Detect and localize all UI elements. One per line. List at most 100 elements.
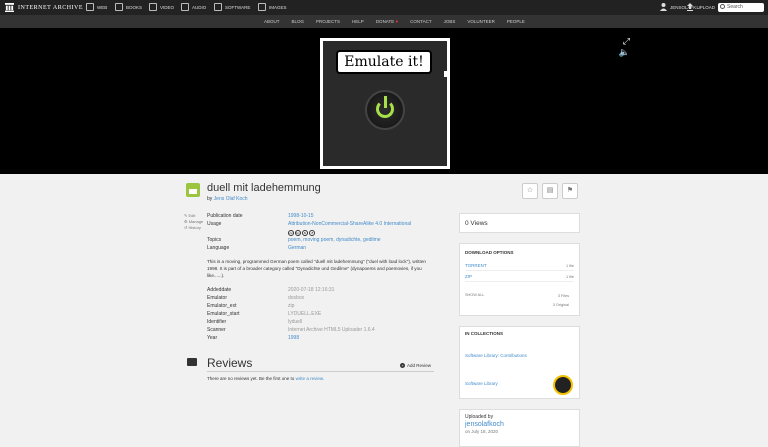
item-byline: by Jens Olaf Koch	[207, 196, 248, 202]
meta-label: Language	[207, 245, 230, 251]
upload-date: on July 18, 2020	[465, 429, 499, 434]
nav-blog[interactable]: BLOG	[292, 19, 305, 24]
mute-icon[interactable]: 🔈	[619, 47, 630, 58]
comment-icon	[187, 358, 197, 366]
emulate-label: Emulate it!	[336, 50, 432, 74]
language-link[interactable]: German	[288, 245, 306, 253]
top-bar: INTERNET ARCHIVE WEB BOOKS VIDEO AUDIO S…	[0, 0, 768, 15]
collections-box: IN COLLECTIONS Software Library: Contrib…	[459, 326, 580, 399]
nav-volunteer[interactable]: VOLUNTEER	[467, 19, 495, 24]
nav-help[interactable]: HELP	[352, 19, 364, 24]
item-title: duell mit ladehemmung	[207, 182, 321, 194]
heart-icon: ♥	[395, 18, 399, 24]
media-images[interactable]: IMAGES	[258, 3, 287, 11]
divider	[207, 371, 434, 372]
author-link[interactable]: Jens Olaf Koch	[214, 196, 248, 202]
search-icon	[720, 4, 725, 9]
nav-about[interactable]: ABOUT	[264, 19, 280, 24]
meta-label: Emulator_start	[207, 311, 240, 317]
item-side-actions: ✎ Edit ⚙ Manage ↺ History	[184, 213, 203, 231]
total-files: 3 Files	[557, 294, 569, 298]
meta-value: dosbox	[288, 295, 305, 301]
media-software[interactable]: SOFTWARE	[214, 3, 250, 11]
meta-label: Year	[207, 335, 218, 341]
item-description: This is a moving, programmed German poem…	[207, 259, 426, 278]
year-link[interactable]: 1998	[288, 335, 299, 343]
search-input[interactable]: Search	[718, 3, 764, 12]
no-reviews-message: There are no reviews yet. Be the first o…	[207, 376, 325, 381]
download-options-box: DOWNLOAD OPTIONS TORRENT 1 file ZIP 1 file…	[459, 243, 580, 316]
speaker-icon	[181, 3, 189, 11]
flag-button[interactable]: ⚑	[562, 183, 578, 199]
history-link[interactable]: ↺ History	[184, 225, 203, 231]
meta-label: Identifier	[207, 319, 227, 325]
meta-label: Emulator_ext	[207, 303, 237, 309]
film-icon	[149, 3, 157, 11]
media-audio[interactable]: AUDIO	[181, 3, 206, 11]
collection-link[interactable]: Software Library	[465, 381, 498, 386]
reviews-heading: Reviews	[207, 356, 253, 370]
flag-icon: ⚑	[566, 187, 574, 194]
download-options-title: DOWNLOAD OPTIONS	[465, 250, 514, 255]
write-review-link[interactable]: write a review.	[296, 376, 325, 381]
meta-label: Topics	[207, 237, 222, 243]
add-review-button[interactable]: + Add Review	[400, 363, 431, 368]
download-torrent[interactable]: TORRENT 1 file	[465, 261, 574, 271]
meta-label: Scanner	[207, 327, 226, 333]
web-icon	[86, 3, 94, 11]
logo-text: INTERNET ARCHIVE	[18, 4, 84, 11]
media-web[interactable]: WEB	[86, 3, 107, 11]
topics-link[interactable]: poem, moving poem, dynadichte, gedilme	[288, 237, 381, 245]
user-icon	[659, 3, 667, 11]
meta-value: zip	[288, 303, 295, 309]
floppy-icon	[186, 183, 200, 197]
collection-link[interactable]: Software Library: Contributions	[465, 353, 527, 358]
upload-button[interactable]: UPLOAD	[687, 3, 715, 11]
meta-label: Addeddate	[207, 287, 232, 293]
nav-contact[interactable]: CONTACT	[410, 19, 431, 24]
share-icon: ▤	[546, 187, 554, 194]
sa-icon: ↺	[309, 230, 315, 236]
meta-value: lyduell	[288, 319, 303, 325]
cc-license-icons[interactable]: cc by $ ↺	[288, 230, 315, 236]
image-icon	[258, 3, 266, 11]
views-box: 0 Views	[459, 213, 580, 233]
show-all-link[interactable]: SHOW ALL	[465, 293, 484, 297]
floppy-icon	[214, 3, 222, 11]
uploader-link[interactable]: jensolafkoch	[465, 421, 574, 428]
original-files: 3 Original	[552, 303, 569, 307]
upload-icon	[687, 3, 694, 11]
by-icon: by	[295, 230, 301, 236]
nav-donate[interactable]: DONATE ♥	[376, 19, 398, 24]
nav-people[interactable]: PEOPLE	[507, 19, 525, 24]
media-video[interactable]: VIDEO	[149, 3, 174, 11]
collections-title: IN COLLECTIONS	[465, 331, 503, 336]
plus-icon: +	[400, 363, 405, 368]
collection-thumbnail[interactable]	[553, 375, 573, 395]
views-count: 0 Views	[465, 220, 488, 227]
emulator-theater: Emulate it! ⤢ 🔈	[0, 28, 768, 174]
emulate-it-splash[interactable]: Emulate it!	[320, 38, 450, 169]
favorite-button[interactable]: ☆	[522, 183, 538, 199]
power-button[interactable]	[365, 90, 405, 130]
star-icon: ☆	[526, 187, 534, 194]
download-zip[interactable]: ZIP 1 file	[465, 272, 574, 282]
media-books[interactable]: BOOKS	[115, 3, 142, 11]
cc-icon: cc	[288, 230, 294, 236]
nav-jobs[interactable]: JOBS	[444, 19, 456, 24]
logo[interactable]: INTERNET ARCHIVE	[5, 3, 83, 12]
share-button[interactable]: ▤	[542, 183, 558, 199]
uploaded-by-box: Uploaded by jensolafkoch on July 18, 202…	[459, 409, 580, 447]
nc-icon: $	[302, 230, 308, 236]
book-icon	[115, 3, 123, 11]
license-link[interactable]: Attribution-NonCommercial-ShareAlike 4.0…	[288, 221, 411, 229]
meta-value-link[interactable]: 1998-10-15	[288, 213, 314, 221]
meta-value: Internet Archive HTML5 Uploader 1.6.4	[288, 327, 375, 333]
meta-label: Usage	[207, 221, 222, 227]
nav-projects[interactable]: PROJECTS	[316, 19, 340, 24]
meta-value: 2020-07-18 12:16:31	[288, 287, 335, 293]
fullscreen-icon[interactable]: ⤢	[623, 36, 630, 47]
meta-value: LYDUELL.EXE	[288, 311, 322, 317]
uploaded-by-label: Uploaded by	[465, 414, 494, 420]
archive-logo-icon	[5, 3, 14, 12]
